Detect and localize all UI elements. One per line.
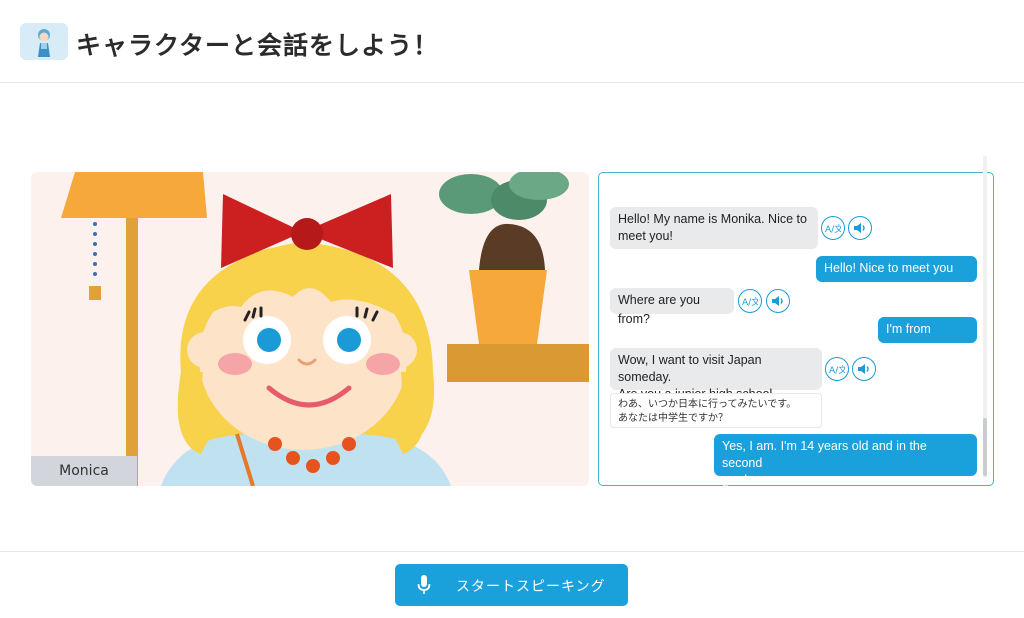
- speaker-icon: [858, 364, 869, 374]
- header: キャラクターと会話をしよう！: [0, 0, 1024, 83]
- translate-glyph: A/文: [825, 223, 841, 234]
- character-logo-icon: [20, 23, 68, 60]
- speaker-icon: [772, 296, 783, 306]
- chat-message-bot: Where are you from?: [610, 288, 734, 326]
- chat-message-user: Yes, I am. I'm 14 years old and in the s…: [714, 434, 977, 487]
- footer-divider: [0, 551, 1024, 552]
- chat-message-bot: Hello! My name is Monika. Nice to meet y…: [610, 207, 818, 249]
- start-speaking-button[interactable]: スタートスピーキング: [395, 564, 628, 606]
- translate-icon: A/文: [829, 364, 845, 375]
- translate-glyph: A/文: [829, 364, 845, 375]
- speaker-button[interactable]: [852, 357, 876, 381]
- start-speaking-label: スタートスピーキング: [456, 579, 606, 595]
- chat-scrollbar[interactable]: [983, 156, 987, 478]
- chat-translation: わあ、いつか日本に行ってみたいです。 あなたは中学生ですか？: [610, 393, 822, 428]
- message-line: meet you!: [618, 229, 673, 243]
- page-title: キャラクターと会話をしよう！: [76, 31, 440, 60]
- message-line: Wow, I want to visit Japan someday.: [618, 353, 762, 384]
- chat-message-user: Hello! Nice to meet you too.: [816, 256, 977, 294]
- speaker-button[interactable]: [766, 289, 790, 313]
- speaker-icon: [854, 223, 865, 233]
- chat-message-user: I'm from Japan.: [878, 317, 977, 355]
- translation-line: わあ、いつか日本に行ってみたいです。: [618, 399, 797, 410]
- character-scene: [31, 172, 589, 486]
- translate-icon: A/文: [742, 296, 758, 307]
- speaker-button[interactable]: [848, 216, 872, 240]
- translate-glyph: A/文: [742, 296, 758, 307]
- message-line: Yes, I am. I'm 14 years old and in the s…: [722, 439, 927, 470]
- character-illustration: [31, 172, 589, 486]
- translate-button[interactable]: A/文: [821, 216, 845, 240]
- translate-button[interactable]: A/文: [738, 289, 762, 313]
- character-name-label: Monica: [31, 456, 137, 486]
- translate-button[interactable]: A/文: [825, 357, 849, 381]
- chat-scrollbar-thumb[interactable]: [983, 418, 987, 476]
- message-line: Hello! My name is Monika. Nice to: [618, 212, 807, 226]
- message-line: grade.: [722, 473, 758, 487]
- translate-icon: A/文: [825, 223, 841, 234]
- microphone-icon: [417, 574, 431, 600]
- translation-line: あなたは中学生ですか？: [618, 413, 728, 424]
- chat-message-bot: Wow, I want to visit Japan someday. Are …: [610, 348, 822, 418]
